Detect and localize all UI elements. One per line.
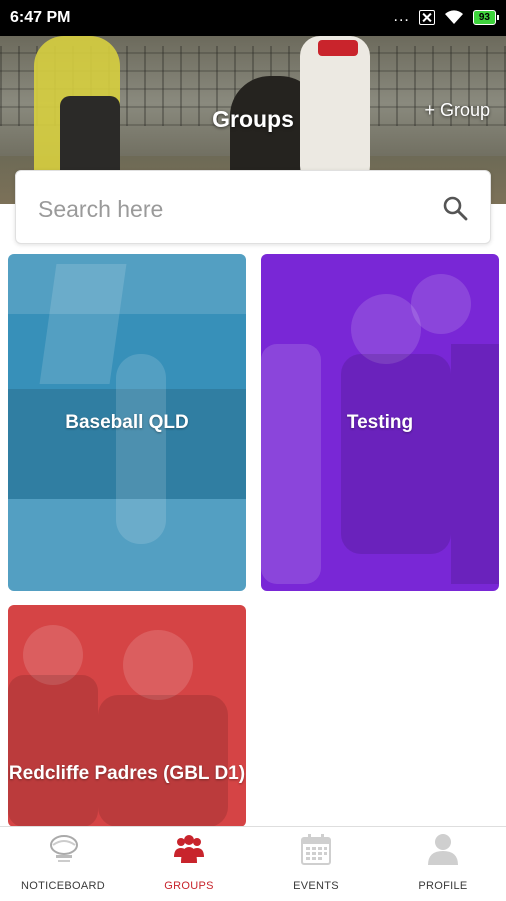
nav-label: EVENTS: [293, 880, 339, 892]
status-icons: ... 93: [393, 8, 500, 25]
nav-item-groups[interactable]: GROUPS: [126, 827, 252, 901]
nav-item-noticeboard[interactable]: NOTICEBOARD: [0, 827, 126, 901]
group-card-name: Baseball QLD: [65, 412, 189, 433]
header-photo-belt: [318, 40, 358, 56]
group-card[interactable]: Testing: [261, 254, 499, 591]
search-icon[interactable]: [442, 195, 468, 221]
nav-label: PROFILE: [418, 880, 468, 892]
group-card-image: [8, 605, 246, 827]
search-input[interactable]: [36, 189, 430, 229]
baseball-logo-icon: [50, 835, 78, 862]
nav-label: NOTICEBOARD: [21, 880, 105, 892]
group-card[interactable]: Baseball QLD: [8, 254, 246, 591]
status-time: 6:47 PM: [10, 9, 71, 26]
group-card[interactable]: Redcliffe Padres (GBL D1): [8, 605, 246, 827]
person-icon: [428, 834, 458, 865]
wifi-icon: [444, 10, 463, 24]
nav-label: GROUPS: [164, 880, 214, 892]
search-bar: [15, 170, 491, 244]
nav-item-events[interactable]: EVENTS: [253, 827, 379, 901]
group-card-name: Testing: [346, 412, 414, 433]
no-sim-icon: [418, 9, 435, 25]
battery-indicator: 93: [472, 9, 500, 25]
bottom-nav: NOTICEBOARD GROUPS EVENTS PROFILE: [0, 826, 506, 901]
groups-icon: [174, 835, 204, 863]
group-card-name: Redcliffe Padres (GBL D1): [8, 763, 246, 784]
more-notifications-icon: ...: [393, 8, 410, 25]
calendar-icon: [301, 834, 331, 865]
nav-item-profile[interactable]: PROFILE: [380, 827, 506, 901]
status-bar: 6:47 PM ... 93: [0, 0, 506, 36]
add-group-button[interactable]: + Group: [424, 100, 490, 121]
